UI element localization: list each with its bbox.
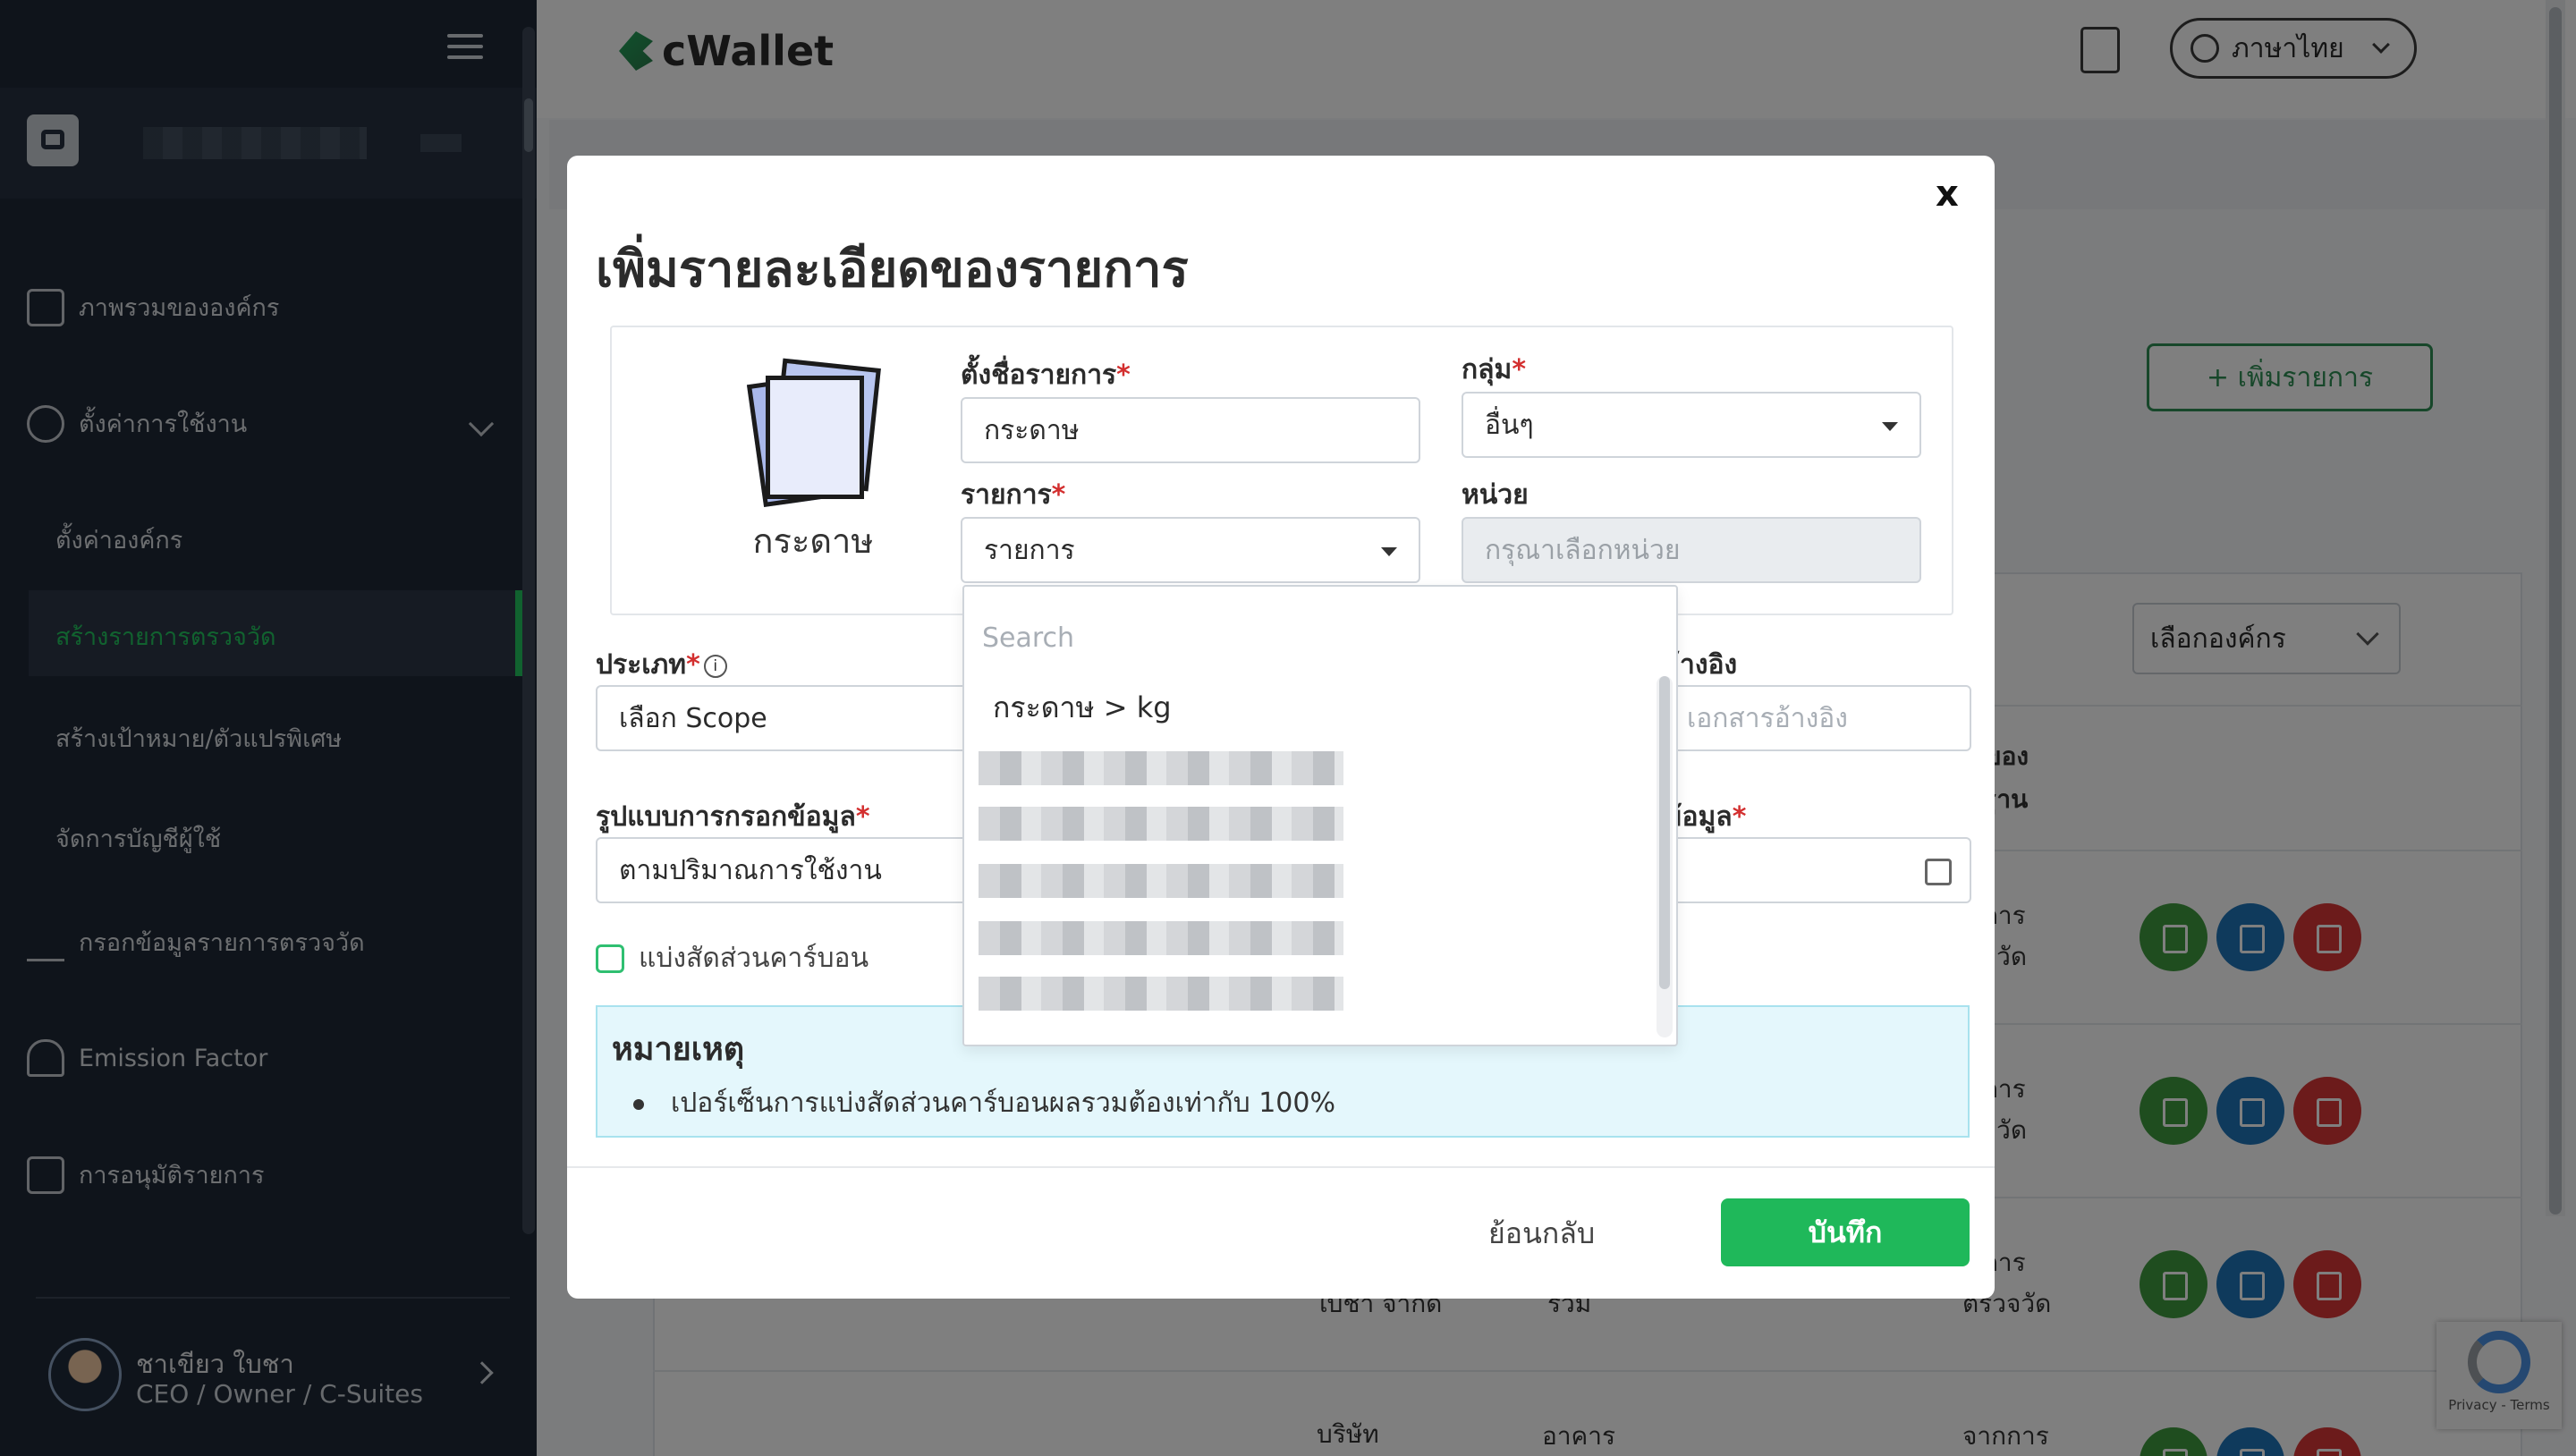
caret-down-icon xyxy=(1381,547,1397,556)
back-button[interactable]: ย้อนกลับ xyxy=(1488,1211,1595,1257)
unit-select: กรุณาเลือกหน่วย xyxy=(1462,517,1921,583)
item-dropdown-menu: Search กระดาษ > kg xyxy=(962,585,1678,1046)
dropdown-option[interactable]: กระดาษ > kg xyxy=(993,685,1172,731)
modal-title: เพิ่มรายละเอียดของรายการ xyxy=(596,241,1189,299)
data-date-input[interactable] xyxy=(1664,837,1971,903)
item-icon-label: กระดาษ xyxy=(752,521,874,561)
caret-down-icon xyxy=(1882,422,1898,431)
item-label: รายการ* xyxy=(961,479,1066,511)
carbon-split-checkbox-row[interactable]: แบ่งสัดส่วนคาร์บอน xyxy=(596,937,869,979)
dropdown-option-redacted[interactable] xyxy=(979,977,1343,1011)
dropdown-search-input[interactable]: Search xyxy=(982,622,1074,654)
close-button[interactable]: x xyxy=(1936,174,1959,215)
group-label: กลุ่ม* xyxy=(1462,354,1527,385)
note-item: เปอร์เซ็นการแบ่งสัดส่วนคาร์บอนผลรวมต้องเ… xyxy=(633,1082,1335,1124)
unit-label: หน่วย xyxy=(1462,479,1529,511)
dropdown-scrollbar[interactable] xyxy=(1657,676,1673,1037)
save-button[interactable]: บันทึก xyxy=(1721,1198,1970,1266)
paper-icon xyxy=(746,358,881,507)
info-icon[interactable]: i xyxy=(703,654,727,678)
calendar-icon[interactable] xyxy=(1925,859,1952,885)
item-select-value: รายการ xyxy=(984,534,1075,566)
carbon-split-label: แบ่งสัดส่วนคาร์บอน xyxy=(639,943,869,974)
dropdown-option-redacted[interactable] xyxy=(979,807,1343,841)
type-label: ประเภท* i xyxy=(596,644,727,686)
group-select-value: อื่นๆ xyxy=(1485,409,1534,441)
name-label: ตั้งชื่อรายการ* xyxy=(961,360,1131,391)
dropdown-option-redacted[interactable] xyxy=(979,751,1343,785)
divider xyxy=(567,1166,1995,1168)
dropdown-option-redacted[interactable] xyxy=(979,921,1343,955)
dropdown-option-redacted[interactable] xyxy=(979,864,1343,898)
carbon-split-checkbox[interactable] xyxy=(596,944,624,973)
item-select[interactable]: รายการ xyxy=(961,517,1420,583)
reference-input[interactable]: เอกสารอ้างอิง xyxy=(1664,685,1971,751)
group-select[interactable]: อื่นๆ xyxy=(1462,392,1921,458)
item-name-input[interactable]: กระดาษ xyxy=(961,397,1420,463)
note-title: หมายเหตุ xyxy=(612,1031,745,1068)
input-format-label: รูปแบบการกรอกข้อมูล* xyxy=(596,801,870,833)
